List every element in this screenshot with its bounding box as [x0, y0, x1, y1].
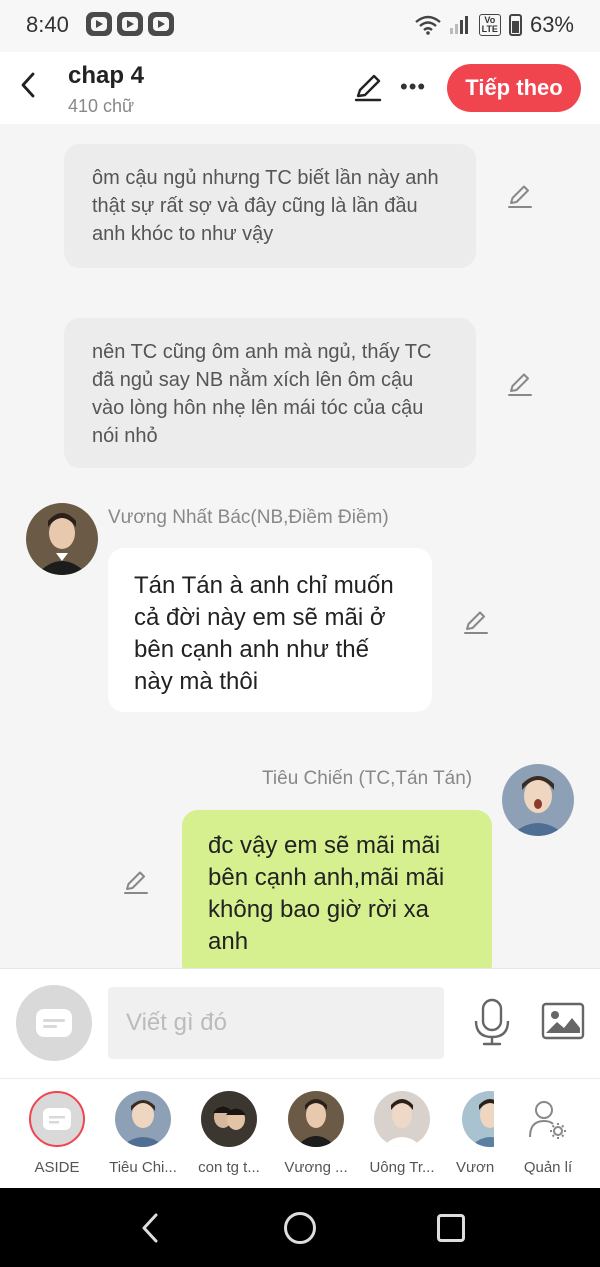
character-name: Vương — [456, 1159, 494, 1176]
edit-pencil-icon[interactable] — [506, 182, 534, 210]
edit-icon[interactable] — [352, 72, 384, 104]
character-item[interactable]: con tg t... — [187, 1091, 271, 1176]
character-item[interactable]: Vương — [446, 1091, 494, 1176]
character-item[interactable]: Vương ... — [274, 1091, 358, 1176]
nav-recents-icon[interactable] — [437, 1214, 465, 1242]
character-name: Uông Tr... — [369, 1159, 435, 1176]
character-aside[interactable]: ASIDE — [15, 1091, 99, 1176]
character-name: Tiêu Chi... — [109, 1159, 177, 1176]
chat-area[interactable]: ôm cậu ngủ nhưng TC biết lần này anh thậ… — [0, 124, 600, 968]
app-header: chap 4 410 chữ ••• Tiếp theo — [0, 52, 600, 124]
character-item[interactable]: Tiêu Chi... — [101, 1091, 185, 1176]
battery-percent: 63% — [529, 12, 574, 37]
sender-name: Tiêu Chiến (TC,Tán Tán) — [262, 768, 473, 789]
video-app-icon — [148, 12, 174, 36]
sender-name: Vương Nhất Bác(NB,Điềm Điềm) — [108, 507, 389, 528]
narration-bubble[interactable]: ôm cậu ngủ nhưng TC biết lần này anh thậ… — [64, 144, 476, 268]
next-chapter-button[interactable]: Tiếp theo — [447, 64, 581, 112]
avatar[interactable] — [502, 764, 574, 836]
microphone-icon[interactable] — [470, 997, 514, 1047]
edit-pencil-icon[interactable] — [462, 608, 490, 636]
message-bubble-left[interactable]: Tán Tán à anh chỉ muốn cả đời này em sẽ … — [108, 548, 432, 712]
image-icon[interactable] — [540, 1001, 586, 1041]
chapter-title[interactable]: chap 4 — [68, 62, 144, 90]
avatar — [201, 1091, 257, 1147]
character-item[interactable]: Uông Tr... — [360, 1091, 444, 1176]
avatar — [462, 1091, 494, 1147]
video-app-icon — [86, 12, 112, 36]
back-arrow-icon[interactable] — [14, 70, 44, 100]
aside-toggle-button[interactable] — [16, 985, 92, 1061]
status-bar: 8:40 Vo LTE 63% — [0, 0, 600, 52]
signal-icon — [449, 16, 468, 34]
manage-user-icon — [520, 1091, 576, 1147]
character-bar: ASIDE Tiêu Chi... con tg t... Vương ... … — [0, 1078, 600, 1188]
input-bar — [0, 968, 600, 1078]
avatar — [115, 1091, 171, 1147]
character-manage[interactable]: Quản lí — [506, 1091, 590, 1176]
status-time: 8:40 — [26, 12, 69, 37]
narration-bubble[interactable]: nên TC cũng ôm anh mà ngủ, thấy TC đã ng… — [64, 318, 476, 468]
edit-pencil-icon[interactable] — [506, 370, 534, 398]
character-name: con tg t... — [198, 1159, 260, 1176]
volte-icon: Vo LTE — [478, 14, 501, 36]
edit-pencil-icon[interactable] — [122, 868, 150, 896]
more-options-icon[interactable]: ••• — [400, 76, 426, 98]
word-count: 410 chữ — [68, 96, 135, 116]
avatar — [374, 1091, 430, 1147]
video-app-icon — [117, 12, 143, 36]
message-input[interactable] — [108, 987, 444, 1059]
status-right: Vo LTE 63% — [414, 12, 574, 38]
battery-icon — [508, 14, 522, 36]
nav-back-icon[interactable] — [138, 1212, 162, 1244]
wifi-icon — [414, 15, 441, 35]
nav-home-icon[interactable] — [284, 1212, 316, 1244]
message-bubble-right[interactable]: đc vậy em sẽ mãi mãi bên cạnh anh,mãi mã… — [182, 810, 492, 968]
character-name: Quản lí — [523, 1159, 573, 1176]
character-name: ASIDE — [34, 1159, 80, 1176]
system-nav-bar — [0, 1188, 600, 1267]
avatar — [288, 1091, 344, 1147]
character-name: Vương ... — [284, 1159, 348, 1176]
aside-icon — [36, 1009, 72, 1037]
aside-icon — [29, 1091, 85, 1147]
notification-icons — [86, 12, 174, 36]
avatar[interactable] — [26, 503, 98, 575]
